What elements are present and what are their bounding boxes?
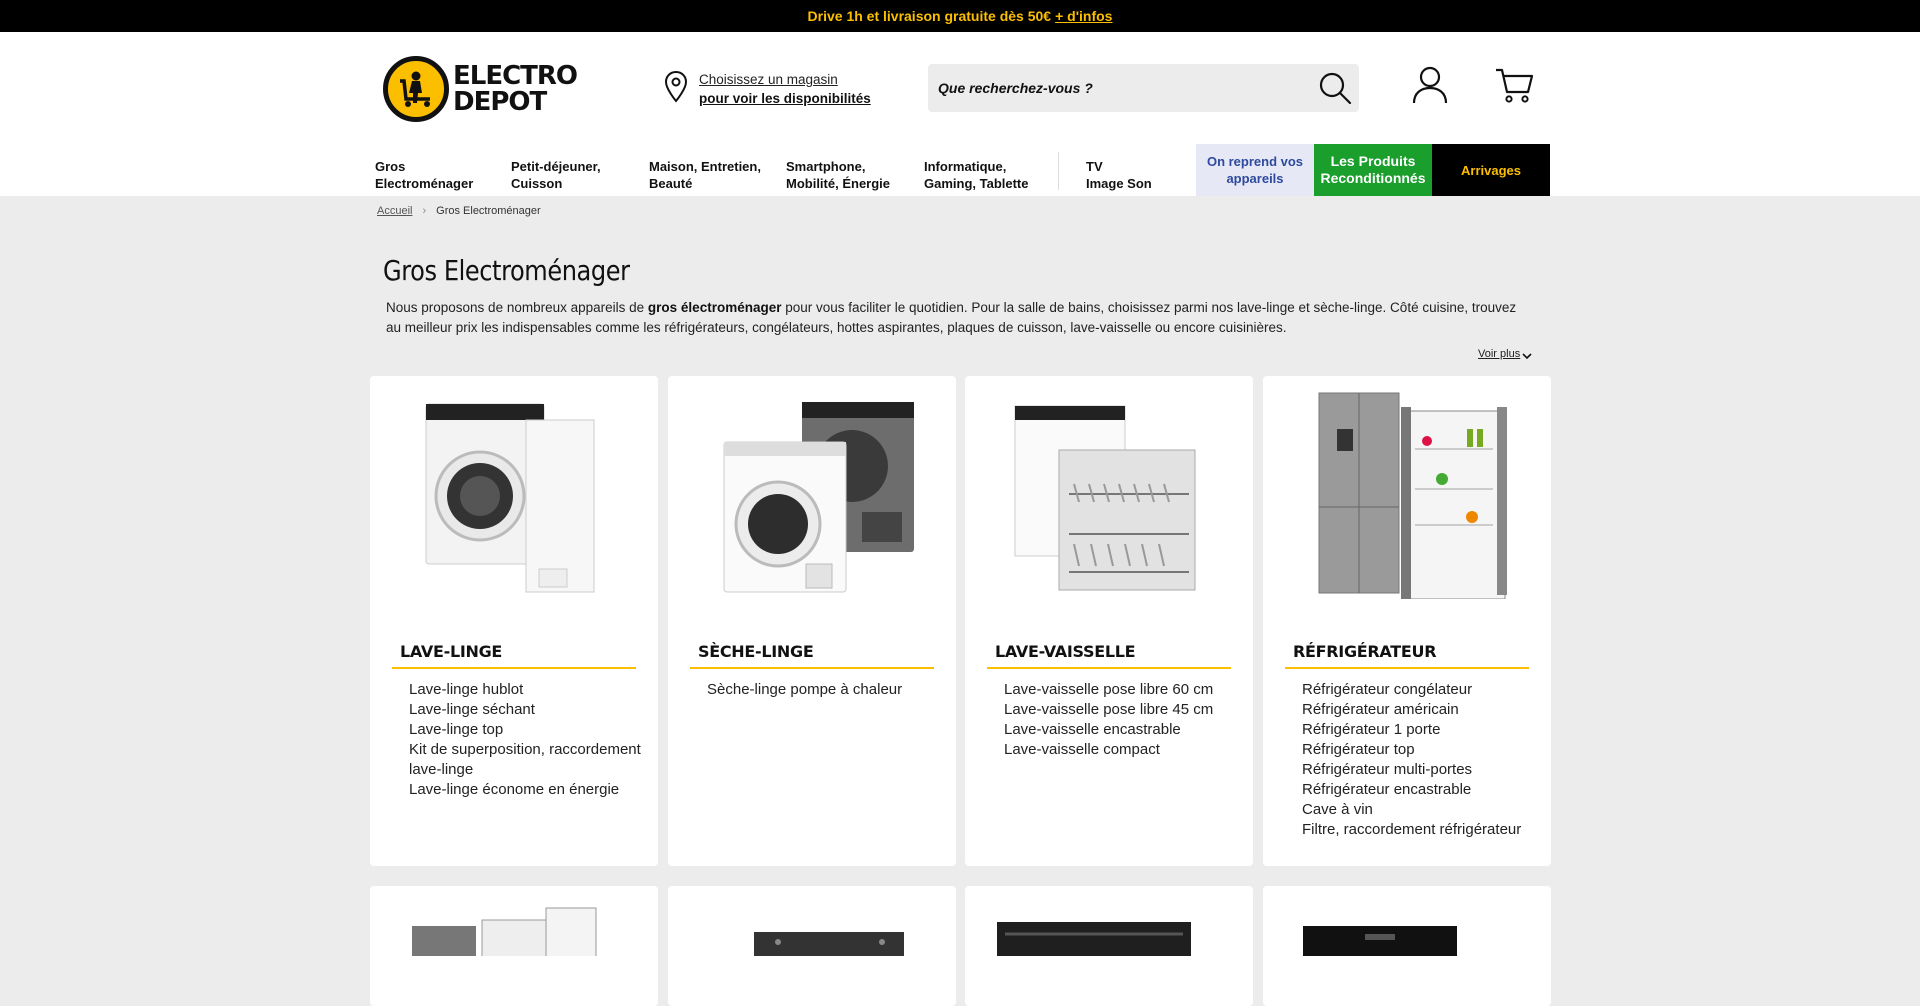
- category-card-seche-linge[interactable]: SÈCHE-LINGE Sèche-linge pompe à chaleur: [668, 376, 956, 866]
- breadcrumb: Accueil › Gros Electroménager: [377, 205, 541, 217]
- subcategory-link[interactable]: Réfrigérateur 1 porte: [1302, 720, 1542, 740]
- subcategory-link[interactable]: Réfrigérateur encastrable: [1302, 780, 1542, 800]
- seche-linge-image[interactable]: [668, 394, 956, 594]
- category-title[interactable]: RÉFRIGÉRATEUR: [1285, 642, 1529, 669]
- page-description: Nous proposons de nombreux appareils de …: [386, 300, 1517, 335]
- nav-reconditionnes-button[interactable]: Les Produits Reconditionnés: [1314, 144, 1432, 196]
- subcategory-list: Lave-vaisselle pose libre 60 cm Lave-vai…: [1004, 680, 1244, 760]
- promo-info-link[interactable]: + d'infos: [1055, 8, 1112, 24]
- product-image[interactable]: [965, 886, 1253, 966]
- refrigerateur-image[interactable]: [1263, 392, 1551, 599]
- category-title[interactable]: LAVE-LINGE: [392, 642, 636, 669]
- site-logo[interactable]: ELECTRO DEPOT: [383, 54, 623, 124]
- category-card[interactable]: [1263, 886, 1551, 1006]
- subcategory-link[interactable]: Filtre, raccordement réfrigérateur: [1302, 820, 1542, 840]
- page-title: Gros Electroménager: [383, 254, 630, 287]
- chevron-right-icon: ›: [422, 205, 427, 217]
- subcategory-link[interactable]: Lave-vaisselle encastrable: [1004, 720, 1244, 740]
- subcategory-link[interactable]: Sèche-linge pompe à chaleur: [707, 680, 947, 700]
- subcategory-list: Sèche-linge pompe à chaleur: [707, 680, 947, 700]
- category-title[interactable]: LAVE-VAISSELLE: [987, 642, 1231, 669]
- subcategory-link[interactable]: Réfrigérateur top: [1302, 740, 1542, 760]
- subcategory-link[interactable]: Réfrigérateur américain: [1302, 700, 1542, 720]
- nav-reprise-button[interactable]: On reprend vos appareils: [1196, 144, 1314, 196]
- category-card[interactable]: [965, 886, 1253, 1006]
- subcategory-link[interactable]: Réfrigérateur multi-portes: [1302, 760, 1542, 780]
- main-nav: Gros Electroménager Petit-déjeuner, Cuisso…: [0, 144, 1920, 196]
- site-header: ELECTRO DEPOT Choisissez un magasin pour…: [0, 32, 1920, 144]
- store-selector-line1[interactable]: Choisissez un magasin: [699, 70, 871, 89]
- breadcrumb-current: Gros Electroménager: [436, 205, 541, 217]
- subcategory-link[interactable]: Lave-vaisselle pose libre 45 cm: [1004, 700, 1244, 720]
- category-title[interactable]: SÈCHE-LINGE: [690, 642, 934, 669]
- user-icon: [1412, 66, 1448, 104]
- subcategory-list: Réfrigérateur congélateur Réfrigérateur …: [1302, 680, 1542, 840]
- subcategory-link[interactable]: Lave-vaisselle pose libre 60 cm: [1004, 680, 1244, 700]
- logo-wordmark: ELECTRO DEPOT: [453, 61, 578, 117]
- subcategory-link[interactable]: Lave-linge hublot: [409, 680, 649, 700]
- search-icon: [1319, 72, 1352, 105]
- subcategory-link[interactable]: Lave-linge top: [409, 720, 649, 740]
- category-card[interactable]: [668, 886, 956, 1006]
- nav-item-smartphone[interactable]: Smartphone, Mobilité, Énergie: [786, 158, 890, 192]
- category-card-lave-vaisselle[interactable]: LAVE-VAISSELLE Lave-vaisselle pose libre…: [965, 376, 1253, 866]
- store-selector[interactable]: Choisissez un magasin pour voir les disp…: [663, 70, 871, 108]
- lave-vaisselle-image[interactable]: [965, 394, 1253, 594]
- category-card[interactable]: [370, 886, 658, 1006]
- product-image[interactable]: [370, 886, 658, 967]
- store-selector-line2[interactable]: pour voir les disponibilités: [699, 89, 871, 108]
- subcategory-link[interactable]: Lave-linge séchant: [409, 700, 649, 720]
- subcategory-link[interactable]: Lave-linge économe en énergie: [409, 780, 649, 800]
- logo-emblem: [383, 56, 449, 122]
- search-input[interactable]: [928, 80, 1311, 96]
- cart-button[interactable]: [1494, 66, 1534, 109]
- nav-item-gros-electromenager[interactable]: Gros Electroménager: [375, 158, 473, 192]
- nav-item-tv[interactable]: TV Image Son: [1086, 158, 1152, 192]
- cart-icon: [1496, 68, 1534, 103]
- search-bar: [928, 64, 1359, 112]
- breadcrumb-home[interactable]: Accueil: [377, 205, 412, 217]
- nav-item-maison[interactable]: Maison, Entretien, Beauté: [649, 158, 761, 192]
- subcategory-link[interactable]: Kit de superposition, raccordement lave-…: [409, 740, 649, 780]
- subcategory-link[interactable]: Lave-vaisselle compact: [1004, 740, 1244, 760]
- nav-divider: [1058, 152, 1059, 190]
- search-button[interactable]: [1311, 64, 1359, 112]
- location-pin-icon: [664, 70, 688, 103]
- product-image[interactable]: [1263, 886, 1551, 966]
- chevron-down-icon: [1522, 352, 1532, 359]
- voir-plus-link[interactable]: Voir plus: [1478, 348, 1532, 360]
- subcategory-link[interactable]: Cave à vin: [1302, 800, 1542, 820]
- nav-arrivages-button[interactable]: Arrivages: [1432, 144, 1550, 196]
- subcategory-list: Lave-linge hublot Lave-linge séchant Lav…: [409, 680, 649, 800]
- promo-bar: Drive 1h et livraison gratuite dès 50€ +…: [0, 0, 1920, 32]
- category-card-refrigerateur[interactable]: RÉFRIGÉRATEUR Réfrigérateur congélateur …: [1263, 376, 1551, 866]
- account-button[interactable]: [1412, 66, 1448, 109]
- promo-text: Drive 1h et livraison gratuite dès 50€: [807, 8, 1052, 24]
- product-image[interactable]: [668, 886, 956, 966]
- category-card-lave-linge[interactable]: LAVE-LINGE Lave-linge hublot Lave-linge …: [370, 376, 658, 866]
- subcategory-link[interactable]: Réfrigérateur congélateur: [1302, 680, 1542, 700]
- nav-item-petit-dejeuner[interactable]: Petit-déjeuner, Cuisson: [511, 158, 601, 192]
- nav-item-informatique[interactable]: Informatique, Gaming, Tablette: [924, 158, 1029, 192]
- lave-linge-image[interactable]: [370, 394, 658, 594]
